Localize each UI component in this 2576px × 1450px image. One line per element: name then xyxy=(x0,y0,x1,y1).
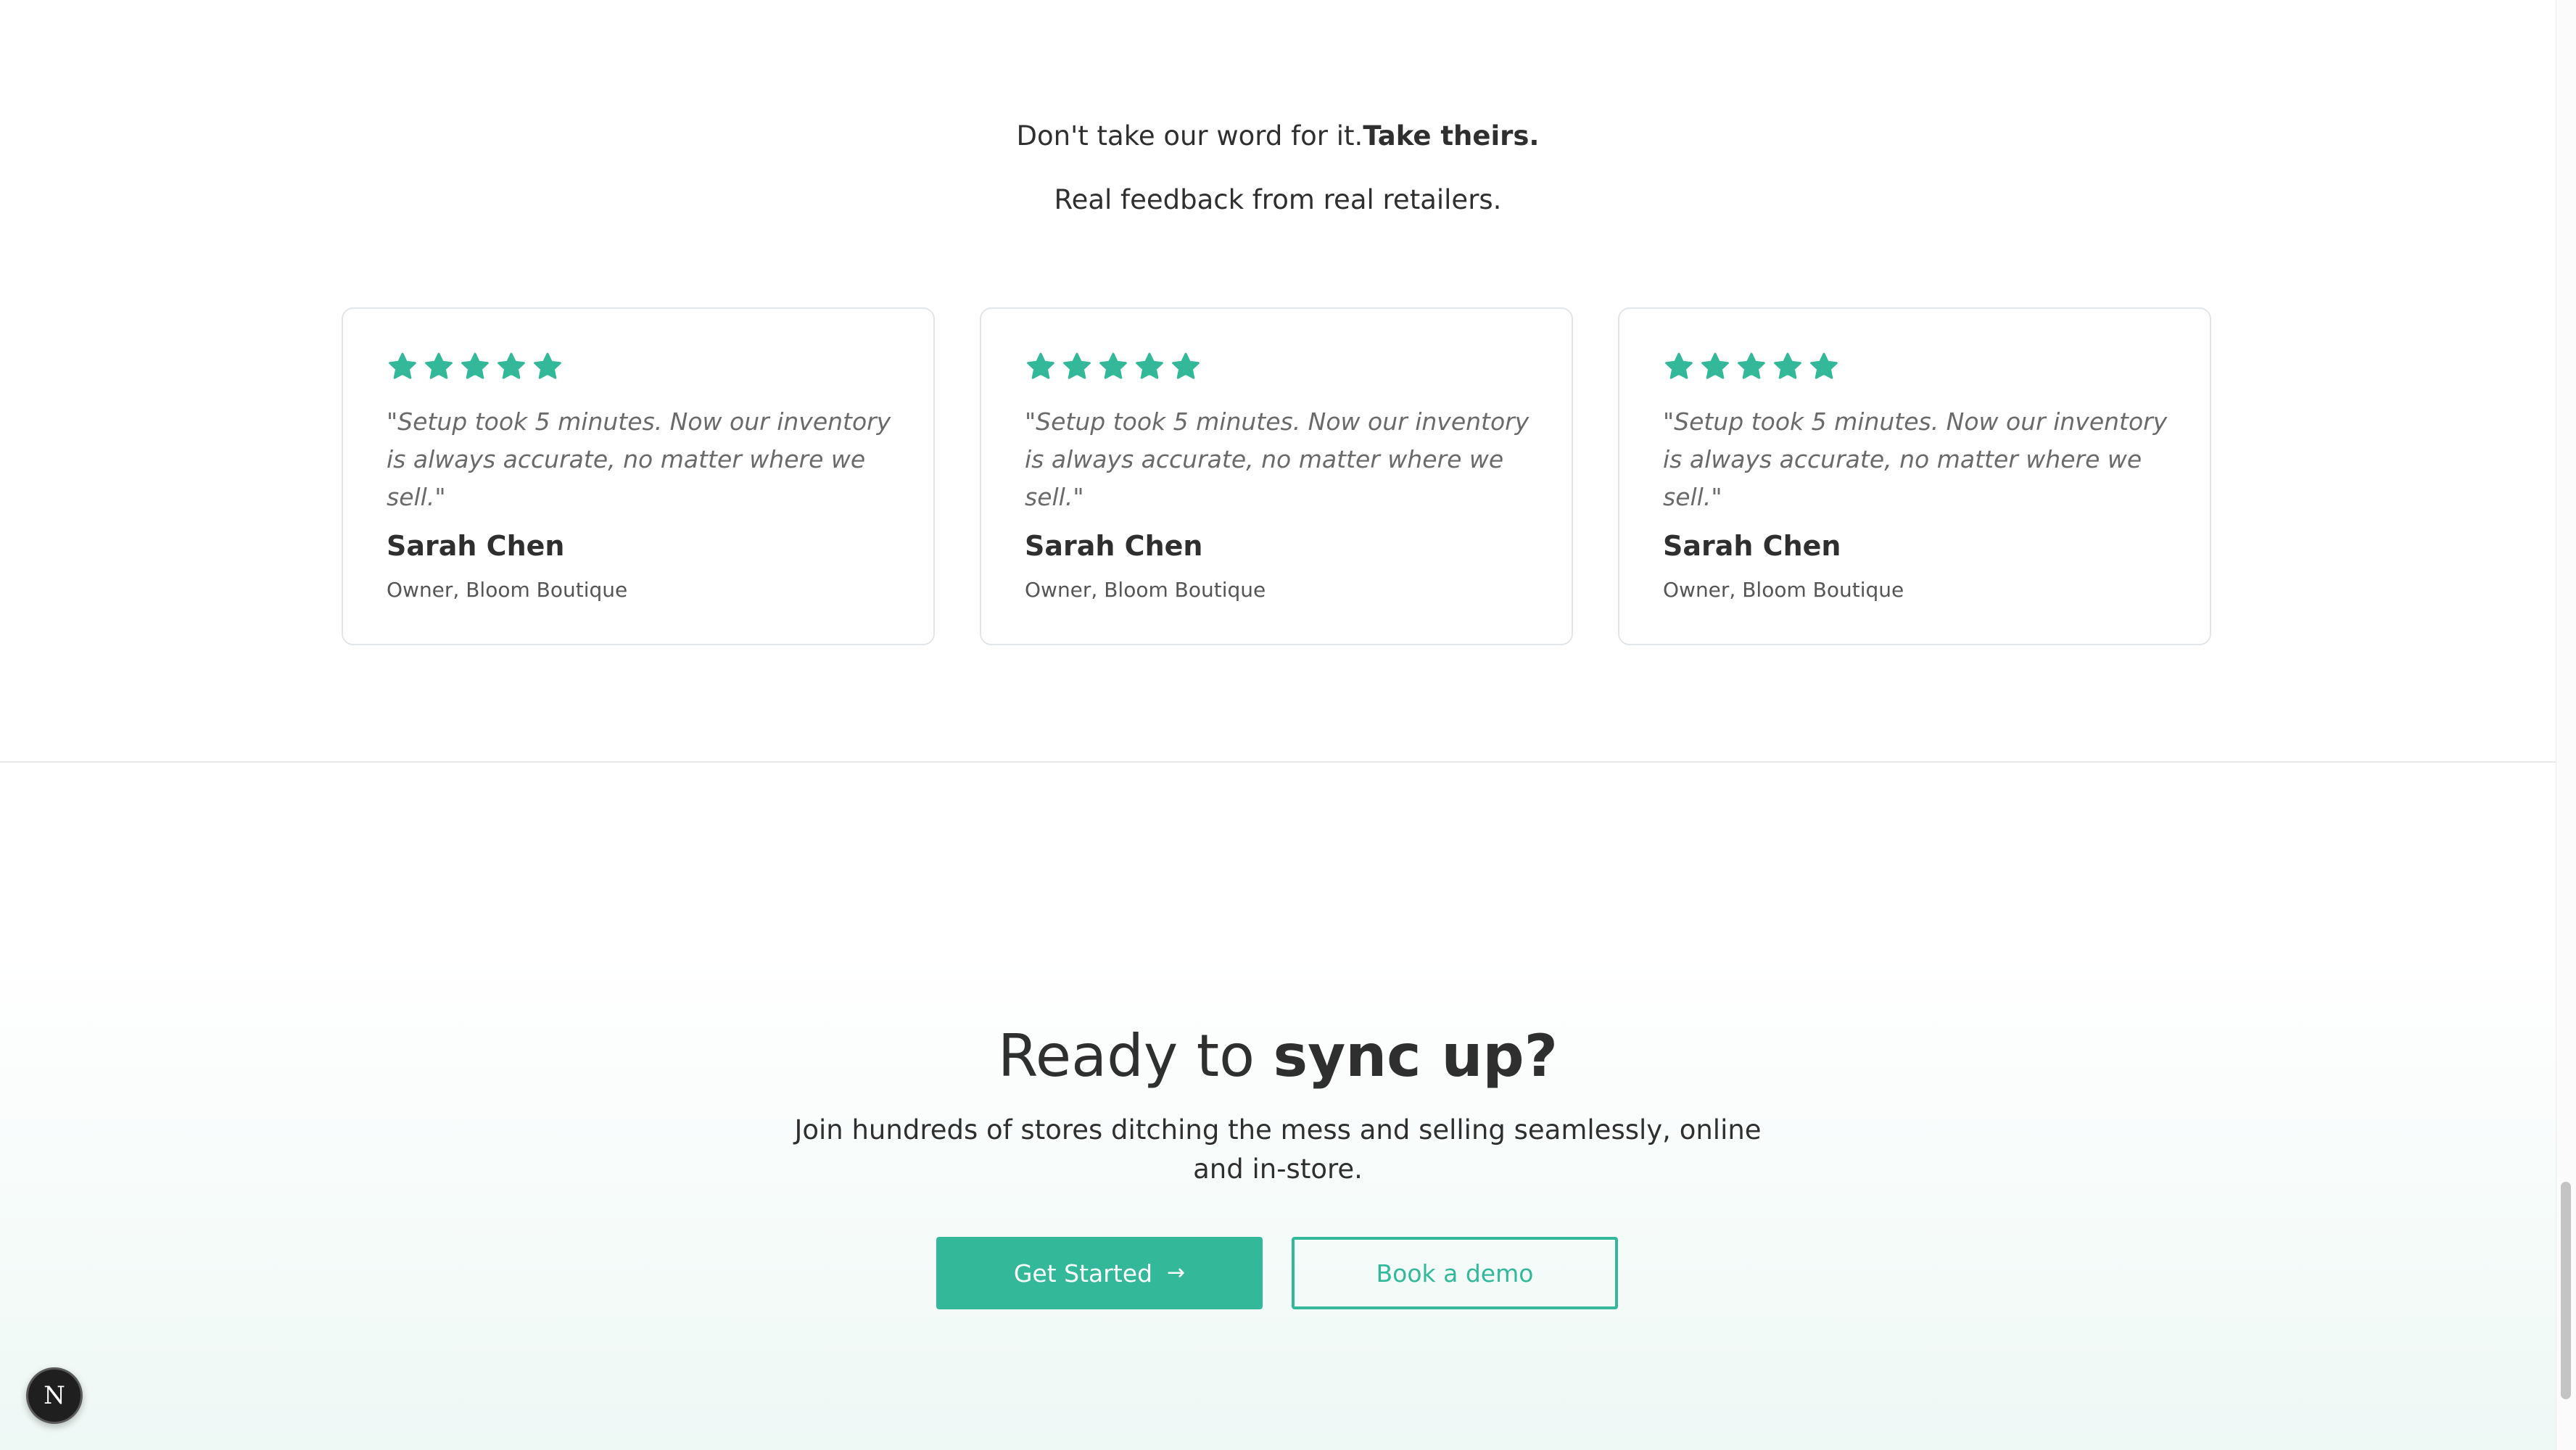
testimonial-role: Owner, Bloom Boutique xyxy=(387,578,628,602)
testimonial-quote: "Setup took 5 minutes. Now our inventory… xyxy=(1025,407,1530,511)
arrow-right-icon: → xyxy=(1167,1260,1186,1285)
testimonial-author: Sarah Chen xyxy=(1025,530,1203,562)
testimonials-heading-bold: Take theirs. xyxy=(1363,120,1540,152)
page-scrollbar[interactable] xyxy=(2556,0,2576,1450)
testimonials-subheading: Real feedback from real retailers. xyxy=(1054,184,1502,215)
cta-section: Ready to sync up? Join hundreds of store… xyxy=(0,763,2556,1450)
testimonial-cards: "Setup took 5 minutes. Now our inventory… xyxy=(342,307,2213,647)
testimonial-quote: "Setup took 5 minutes. Now our inventory… xyxy=(1663,407,2168,511)
testimonials-heading-prefix: Don't take our word for it. xyxy=(1016,120,1363,152)
star-icon xyxy=(1027,352,1054,379)
scrollbar-thumb[interactable] xyxy=(2561,1182,2571,1399)
star-rating xyxy=(387,351,564,387)
main-content: Don't take our word for it.Take theirs. … xyxy=(0,0,2556,1450)
get-started-label: Get Started xyxy=(1013,1259,1153,1288)
star-icon xyxy=(1701,352,1729,379)
get-started-button[interactable]: Get Started → xyxy=(936,1237,1263,1309)
star-icon xyxy=(1774,352,1801,379)
testimonial-card: "Setup took 5 minutes. Now our inventory… xyxy=(342,307,935,645)
star-rating xyxy=(1663,351,1840,387)
star-icon xyxy=(1665,352,1693,379)
star-rating xyxy=(1025,351,1202,387)
star-icon xyxy=(498,352,525,379)
book-demo-label: Book a demo xyxy=(1376,1259,1534,1288)
testimonials-heading: Don't take our word for it.Take theirs. xyxy=(0,116,2556,157)
nextjs-dev-badge[interactable]: N xyxy=(26,1367,83,1424)
cta-title-prefix: Ready to xyxy=(997,1022,1255,1090)
nextjs-logo-icon: N xyxy=(44,1381,65,1410)
testimonials-section: Don't take our word for it.Take theirs. … xyxy=(0,0,2556,763)
star-icon xyxy=(1738,352,1765,379)
testimonial-quote: "Setup took 5 minutes. Now our inventory… xyxy=(387,407,891,511)
cta-description: Join hundreds of stores ditching the mes… xyxy=(794,1114,1762,1185)
cta-title: Ready to sync up? xyxy=(0,1016,2556,1096)
book-demo-button[interactable]: Book a demo xyxy=(1292,1237,1618,1309)
star-icon xyxy=(534,352,561,379)
star-icon xyxy=(461,352,489,379)
testimonial-role: Owner, Bloom Boutique xyxy=(1663,578,1904,602)
testimonial-card: "Setup took 5 minutes. Now our inventory… xyxy=(1618,307,2211,645)
testimonial-card: "Setup took 5 minutes. Now our inventory… xyxy=(980,307,1573,645)
star-icon xyxy=(1136,352,1163,379)
star-icon xyxy=(389,352,416,379)
star-icon xyxy=(1099,352,1127,379)
star-icon xyxy=(425,352,453,379)
star-icon xyxy=(1063,352,1091,379)
star-icon xyxy=(1172,352,1200,379)
testimonial-author: Sarah Chen xyxy=(1663,530,1841,562)
page: Don't take our word for it.Take theirs. … xyxy=(0,0,2576,1450)
cta-title-bold: sync up? xyxy=(1273,1022,1559,1090)
star-icon xyxy=(1810,352,1838,379)
testimonial-author: Sarah Chen xyxy=(387,530,565,562)
testimonial-role: Owner, Bloom Boutique xyxy=(1025,578,1266,602)
